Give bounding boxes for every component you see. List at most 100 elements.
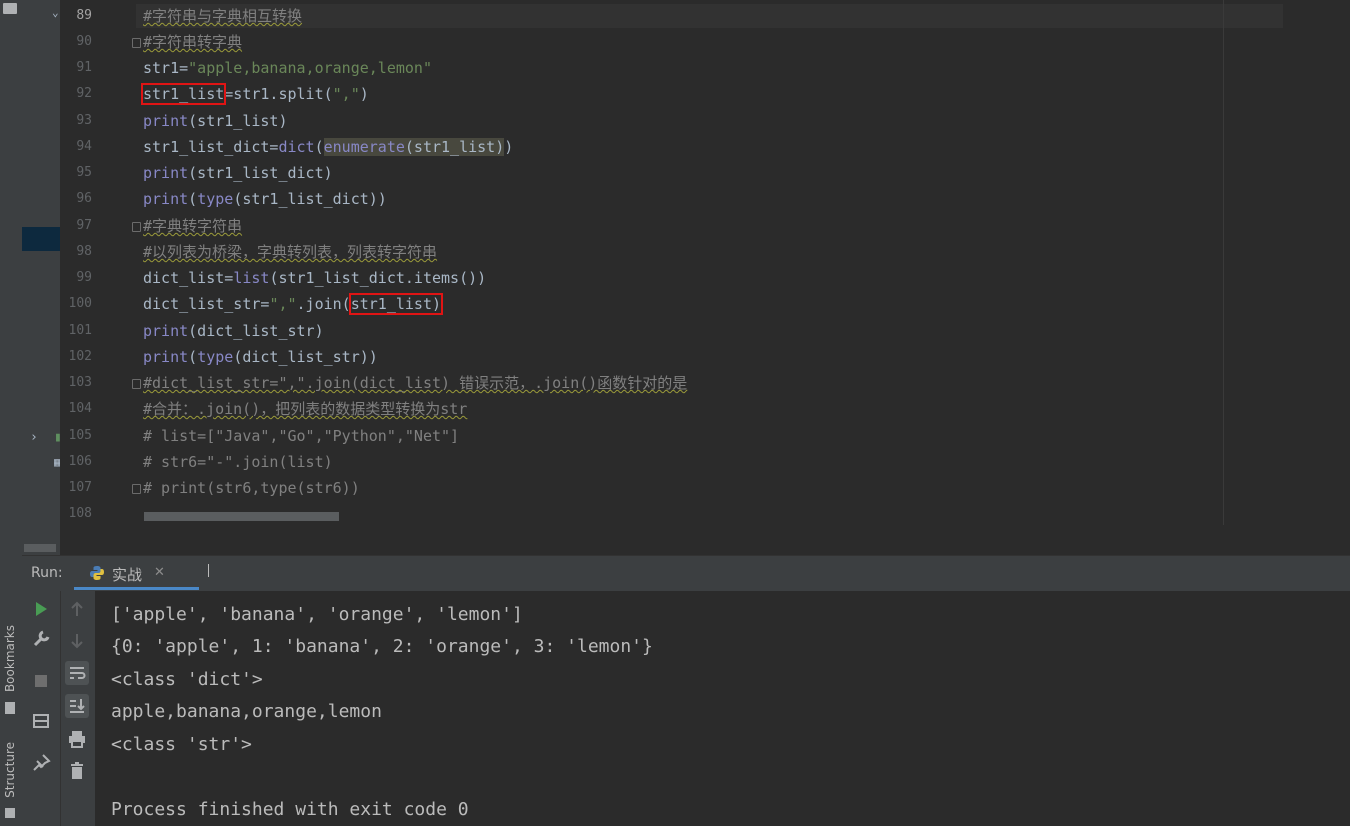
line-number: 100 (68, 296, 92, 311)
comment: #以列表为桥梁，字典转列表，列表转字符串 (143, 243, 438, 261)
tree-chevron-right-icon[interactable]: › (30, 430, 38, 445)
output-line: apple,banana,orange,lemon (111, 701, 382, 722)
code-line-100: dict_list_str=",".join(str1_list) (143, 291, 444, 317)
scroll-to-end-icon[interactable] (65, 694, 89, 718)
builtin-function: print (143, 322, 189, 340)
code-line-95: print(str1_list_dict) (143, 160, 333, 186)
code-token: dict_list= (143, 269, 234, 287)
line-number: 90 (76, 34, 92, 49)
structure-icon (5, 808, 15, 818)
line-number: 92 (76, 86, 92, 101)
builtin-function: type (197, 190, 234, 208)
structure-tool-tab[interactable]: Structure (0, 742, 22, 826)
line-number: 94 (76, 139, 92, 154)
line-number: 106 (68, 454, 92, 469)
trash-icon[interactable] (67, 761, 87, 781)
run-tab-name: 实战 (112, 566, 143, 584)
code-token: str1_list_dict= (143, 138, 279, 156)
code-line-98: #以列表为桥梁，字典转列表，列表转字符串 (143, 239, 437, 265)
comment: # str6="-".join(list) (143, 453, 333, 471)
line-number: 93 (76, 113, 92, 128)
bookmark-icon (5, 702, 15, 714)
text-cursor (208, 564, 209, 577)
code-line-90: #字符串转字典 (143, 29, 242, 55)
project-horizontal-scrollbar[interactable] (24, 544, 56, 552)
layout-icon[interactable] (31, 711, 51, 731)
fold-marker-icon[interactable] (132, 38, 141, 48)
code-token: (str1_list_dict)) (233, 190, 387, 208)
comment: #dict_list_str=",".join(dict_list) 错误示范，… (143, 374, 688, 392)
fold-marker-icon[interactable] (132, 484, 141, 494)
code-line-107: # print(str6,type(str6)) (143, 475, 360, 501)
output-line: ['apple', 'banana', 'orange', 'lemon'] (111, 604, 523, 625)
code-line-97: #字典转字符串 (143, 213, 242, 239)
line-number: 97 (76, 218, 92, 233)
code-editor[interactable]: 89 90 91 92 93 94 95 96 97 98 99 100 101… (60, 0, 1350, 555)
comment: #字符串转字典 (143, 33, 243, 51)
code-token: .join( (296, 295, 351, 313)
line-number: 96 (76, 191, 92, 206)
wrench-icon[interactable] (31, 629, 51, 649)
output-line: <class 'dict'> (111, 669, 263, 690)
code-token: (str1_list_dict) (188, 164, 333, 182)
ide-window: Bookmarks Structure ⌄ › ▮ ▦ 89 90 91 92 … (0, 0, 1350, 826)
code-token: str1= (143, 59, 189, 77)
code-line-99: dict_list=list(str1_list_dict.items()) (143, 265, 486, 291)
comment: # list=["Java","Go","Python","Net"] (143, 427, 460, 445)
code-line-103: #dict_list_str=",".join(dict_list) 错误示范，… (143, 370, 687, 396)
python-icon (90, 566, 104, 580)
builtin-function: enumerate (323, 138, 405, 156)
close-icon[interactable]: ✕ (154, 565, 165, 580)
code-token: ( (188, 190, 198, 208)
run-toolbar-secondary (60, 591, 95, 826)
line-number: 102 (68, 349, 92, 364)
run-panel-header: Run: 实战 ✕ (22, 555, 1350, 593)
scroll-up-icon[interactable] (67, 599, 87, 619)
code-token: ) (359, 85, 369, 103)
console-output[interactable]: ['apple', 'banana', 'orange', 'lemon'] {… (95, 591, 1350, 826)
line-number: 103 (68, 375, 92, 390)
code-token: (str1_list) (404, 138, 505, 156)
soft-wrap-icon[interactable] (65, 661, 89, 685)
comment: #字典转字符串 (143, 217, 243, 235)
code-token: (dict_list_str)) (233, 348, 378, 366)
stop-icon[interactable] (31, 671, 51, 691)
highlighted-identifier: str1_list (140, 83, 227, 105)
builtin-function: print (143, 112, 189, 130)
comment: #字符串与字典相互转换 (143, 7, 303, 25)
code-line-104: #合并：.join()，把列表的数据类型转换为str (143, 396, 467, 422)
bookmarks-tool-tab[interactable]: Bookmarks (0, 625, 22, 720)
run-tab[interactable]: 实战 ✕ (74, 556, 199, 590)
line-number-gutter[interactable]: 89 90 91 92 93 94 95 96 97 98 99 100 101… (60, 0, 141, 525)
fold-marker-icon[interactable] (132, 379, 141, 389)
builtin-function: print (143, 190, 189, 208)
code-line-94: str1_list_dict=dict(enumerate(str1_list)… (143, 134, 513, 160)
builtin-function: dict (278, 138, 315, 156)
builtin-function: print (143, 348, 189, 366)
editor-horizontal-scrollbar[interactable] (144, 512, 339, 521)
line-number: 98 (76, 244, 92, 259)
code-line-105: # list=["Java","Go","Python","Net"] (143, 423, 459, 449)
string-literal: "," (269, 295, 297, 313)
rerun-icon[interactable] (31, 599, 51, 619)
code-token: dict_list_str= (143, 295, 270, 313)
code-line-93: print(str1_list) (143, 108, 288, 134)
pin-icon[interactable] (31, 753, 51, 773)
caret-line-highlight (136, 4, 1283, 28)
code-token: (str1_list_dict.items()) (269, 269, 487, 287)
string-literal: "apple,banana,orange,lemon" (188, 59, 432, 77)
highlighted-identifier: str1_list) (348, 293, 444, 315)
scroll-down-icon[interactable] (67, 631, 87, 651)
print-icon[interactable] (67, 729, 87, 749)
code-line-101: print(dict_list_str) (143, 318, 324, 344)
string-literal: "," (332, 85, 360, 103)
project-folder-icon[interactable] (3, 3, 17, 14)
line-number: 89 (76, 8, 92, 23)
line-number: 91 (76, 60, 92, 75)
builtin-function: type (197, 348, 234, 366)
code-token: (str1_list) (188, 112, 288, 130)
code-line-91: str1="apple,banana,orange,lemon" (143, 55, 432, 81)
fold-marker-icon[interactable] (132, 222, 141, 232)
output-line: <class 'str'> (111, 734, 252, 755)
process-finished-line: Process finished with exit code 0 (111, 799, 469, 820)
